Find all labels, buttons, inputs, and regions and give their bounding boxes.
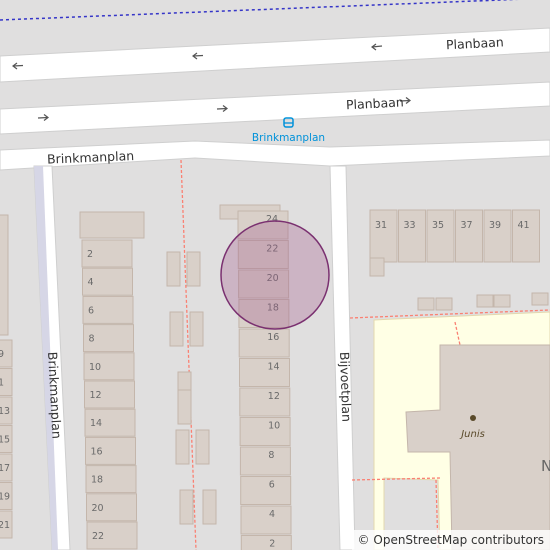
house-number-label: 31 bbox=[375, 220, 387, 231]
bus-stop-label: Brinkmanplan bbox=[252, 132, 325, 144]
location-marker-circle[interactable] bbox=[220, 220, 330, 330]
house-number-label: 20 bbox=[92, 503, 104, 514]
map-canvas[interactable]: 2 4 6 8 10 12 14 16 18 20 22 9 1 13 15 17 19 21 24 22 20 18 16… bbox=[0, 0, 550, 550]
map-attribution[interactable]: © OpenStreetMap contributors bbox=[351, 530, 550, 550]
house-number-label: 4 bbox=[88, 277, 94, 288]
building bbox=[239, 417, 291, 446]
building bbox=[483, 209, 512, 263]
house-number-label: 17 bbox=[0, 463, 10, 474]
shed-building bbox=[166, 251, 181, 287]
house-number-label: 39 bbox=[489, 220, 501, 231]
house-number-label: 18 bbox=[91, 475, 103, 486]
building bbox=[239, 446, 291, 476]
building bbox=[240, 476, 292, 505]
building bbox=[240, 505, 292, 535]
building bbox=[512, 209, 540, 263]
house-number-label: 14 bbox=[90, 418, 102, 429]
shed-building bbox=[175, 429, 190, 465]
house-number-label: 6 bbox=[88, 305, 94, 316]
shed-building bbox=[195, 429, 210, 465]
shed-building bbox=[189, 311, 204, 347]
building bbox=[426, 209, 455, 263]
attribution-text: OpenStreetMap contributors bbox=[373, 533, 544, 547]
partial-label-fragment: N bbox=[541, 457, 550, 475]
house-number-label: 41 bbox=[518, 220, 530, 231]
house-number-label: 22 bbox=[92, 531, 104, 542]
house-number-label: 21 bbox=[0, 520, 10, 531]
building bbox=[0, 214, 9, 336]
poi-dot-icon[interactable] bbox=[470, 415, 476, 421]
building bbox=[79, 211, 145, 239]
copyright-symbol: © bbox=[357, 533, 370, 547]
street-label-bijvoetplan: Bijvoetplan bbox=[337, 352, 354, 423]
house-number-label: 8 bbox=[268, 450, 274, 461]
house-number-label: 12 bbox=[90, 390, 102, 401]
street-label-planbaan-top: Planbaan bbox=[446, 34, 504, 52]
house-number-label: 15 bbox=[0, 435, 10, 446]
house-number-label: 4 bbox=[269, 509, 275, 520]
building bbox=[239, 358, 290, 387]
house-number-label: 37 bbox=[461, 220, 473, 231]
building bbox=[238, 328, 290, 358]
house-number-label: 19 bbox=[0, 492, 10, 503]
house-number-label: 10 bbox=[268, 421, 280, 432]
building bbox=[369, 209, 398, 263]
building bbox=[455, 209, 483, 263]
house-number-label: 14 bbox=[268, 362, 280, 373]
poi-label-junis: Junis bbox=[459, 429, 485, 440]
shed-building bbox=[186, 251, 201, 287]
building bbox=[369, 257, 385, 277]
house-number-label: 9 bbox=[0, 349, 4, 360]
building bbox=[239, 387, 291, 417]
shed-building bbox=[417, 297, 435, 311]
house-number-label: 2 bbox=[269, 539, 275, 550]
house-number-label: 16 bbox=[91, 446, 103, 457]
shed-building bbox=[179, 489, 194, 525]
house-number-label: 1 bbox=[0, 378, 4, 389]
shed-building bbox=[531, 292, 549, 306]
house-number-label: 2 bbox=[87, 249, 93, 260]
building bbox=[398, 209, 426, 263]
shed-building bbox=[169, 311, 184, 347]
shed-building bbox=[435, 297, 453, 311]
building bbox=[240, 535, 292, 550]
house-number-label: 6 bbox=[269, 480, 275, 491]
house-number-label: 33 bbox=[404, 220, 416, 231]
house-number-label: 10 bbox=[89, 362, 101, 373]
shed-building bbox=[476, 294, 494, 308]
house-number-label: 35 bbox=[432, 220, 444, 231]
shed-building bbox=[493, 294, 511, 308]
house-number-label: 16 bbox=[267, 332, 279, 343]
shed-building bbox=[202, 489, 217, 525]
shed-building bbox=[177, 389, 192, 425]
house-number-label: 13 bbox=[0, 406, 10, 417]
house-number-label: 12 bbox=[268, 391, 280, 402]
street-label-planbaan-bottom: Planbaan bbox=[346, 94, 404, 112]
house-number-label: 8 bbox=[89, 334, 95, 345]
